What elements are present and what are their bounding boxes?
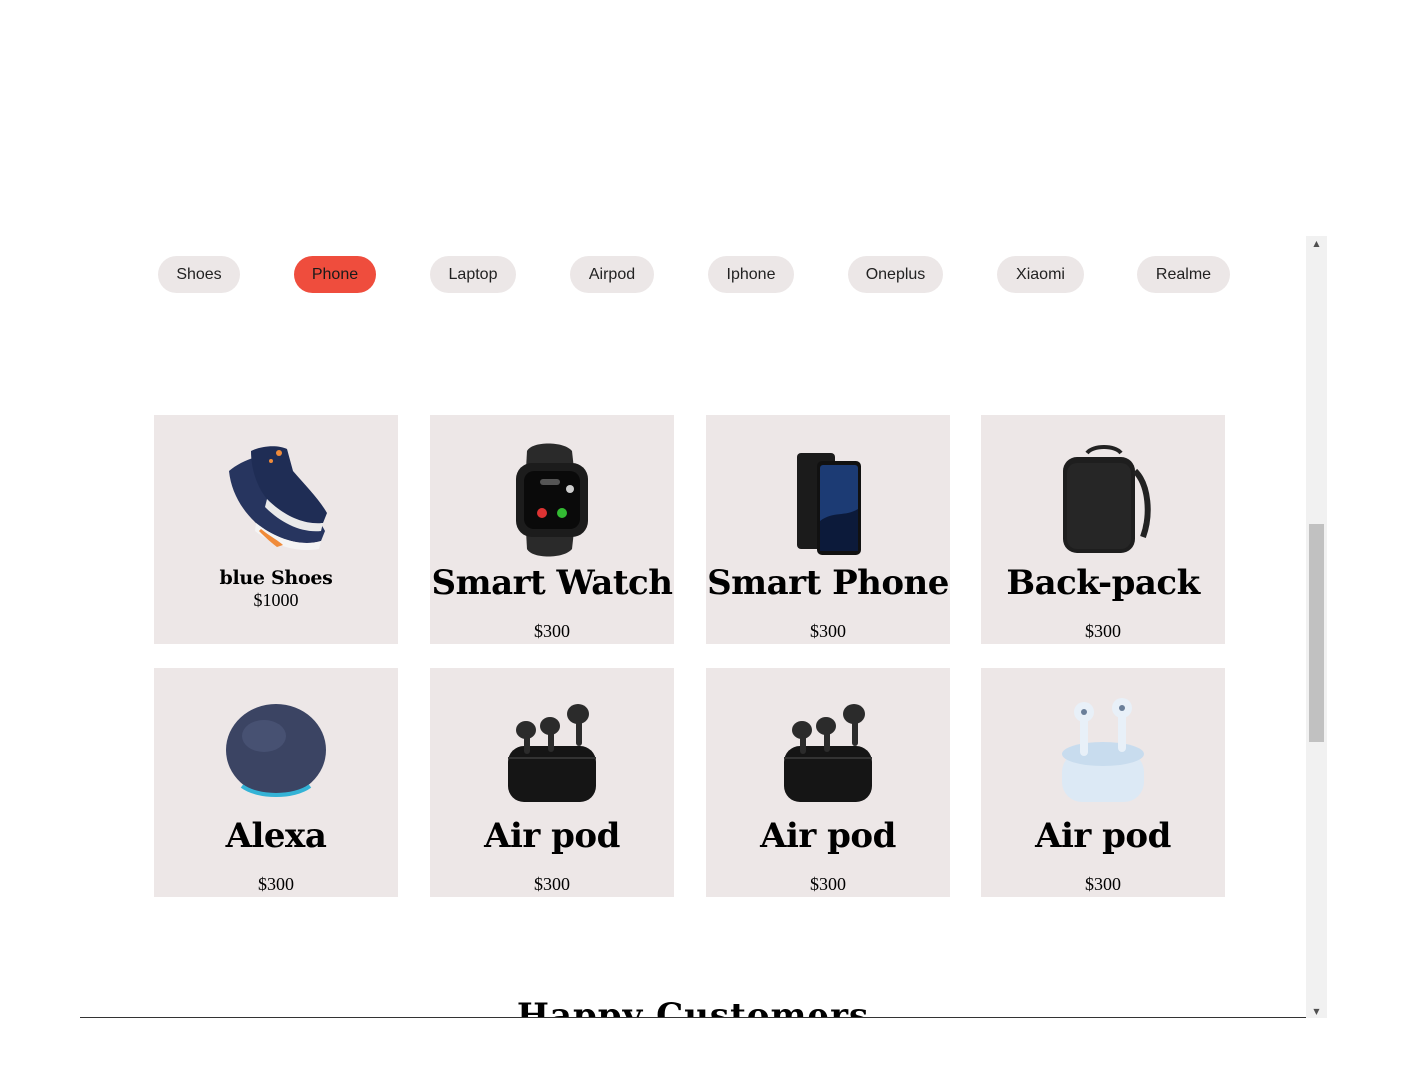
airpods-black-image	[430, 700, 674, 804]
product-price: $300	[534, 621, 570, 641]
product-card[interactable]: blue Shoes $1000	[154, 415, 398, 644]
product-name: Air pod	[484, 816, 620, 856]
product-price: $300	[1085, 874, 1121, 894]
product-name: Smart Watch	[431, 563, 673, 603]
product-price: $1000	[253, 590, 299, 610]
category-pill-shoes[interactable]: Shoes	[158, 256, 240, 293]
product-card[interactable]: Smart Watch $300	[430, 415, 674, 644]
product-name: Air pod	[1035, 816, 1171, 856]
category-pill-airpod[interactable]: Airpod	[570, 256, 654, 293]
viewport-border	[80, 1017, 1327, 1018]
product-card[interactable]: Air pod $300	[981, 668, 1225, 897]
smartphone-image	[706, 451, 950, 555]
backpack-image	[981, 445, 1225, 557]
product-price: $300	[810, 874, 846, 894]
product-card[interactable]: Air pod $300	[430, 668, 674, 897]
product-name: blue Shoes	[219, 567, 333, 589]
category-pill-oneplus[interactable]: Oneplus	[848, 256, 943, 293]
earbuds-white-image	[981, 694, 1225, 804]
product-name: Back-pack	[1006, 563, 1200, 603]
product-card[interactable]: Back-pack $300	[981, 415, 1225, 644]
product-price: $300	[1085, 621, 1121, 641]
smartwatch-image	[430, 441, 674, 559]
product-name: Smart Phone	[707, 563, 949, 603]
category-pill-laptop[interactable]: Laptop	[430, 256, 516, 293]
happy-customers-heading: Happy Customers	[516, 996, 870, 1018]
vertical-scrollbar[interactable]: ▲ ▼	[1306, 236, 1327, 1018]
scroll-up-arrow-icon[interactable]: ▲	[1306, 236, 1327, 250]
product-price: $300	[534, 874, 570, 894]
product-name: Air pod	[760, 816, 896, 856]
category-pill-realme[interactable]: Realme	[1137, 256, 1230, 293]
product-price: $300	[810, 621, 846, 641]
product-name: Alexa	[225, 816, 327, 856]
category-pill-iphone[interactable]: Iphone	[708, 256, 794, 293]
category-pill-phone[interactable]: Phone	[294, 256, 376, 293]
sneaker-image	[154, 441, 398, 553]
smart-speaker-image	[154, 702, 398, 800]
page-viewport: Shoes Phone Laptop Airpod Iphone Oneplus…	[80, 236, 1306, 1018]
product-card[interactable]: Air pod $300	[706, 668, 950, 897]
airpods-black-image	[706, 700, 950, 804]
product-card[interactable]: Smart Phone $300	[706, 415, 950, 644]
product-price: $300	[258, 874, 294, 894]
product-card[interactable]: Alexa $300	[154, 668, 398, 897]
scroll-down-arrow-icon[interactable]: ▼	[1306, 1004, 1327, 1018]
scrollbar-thumb[interactable]	[1309, 524, 1324, 742]
category-pill-xiaomi[interactable]: Xiaomi	[997, 256, 1084, 293]
